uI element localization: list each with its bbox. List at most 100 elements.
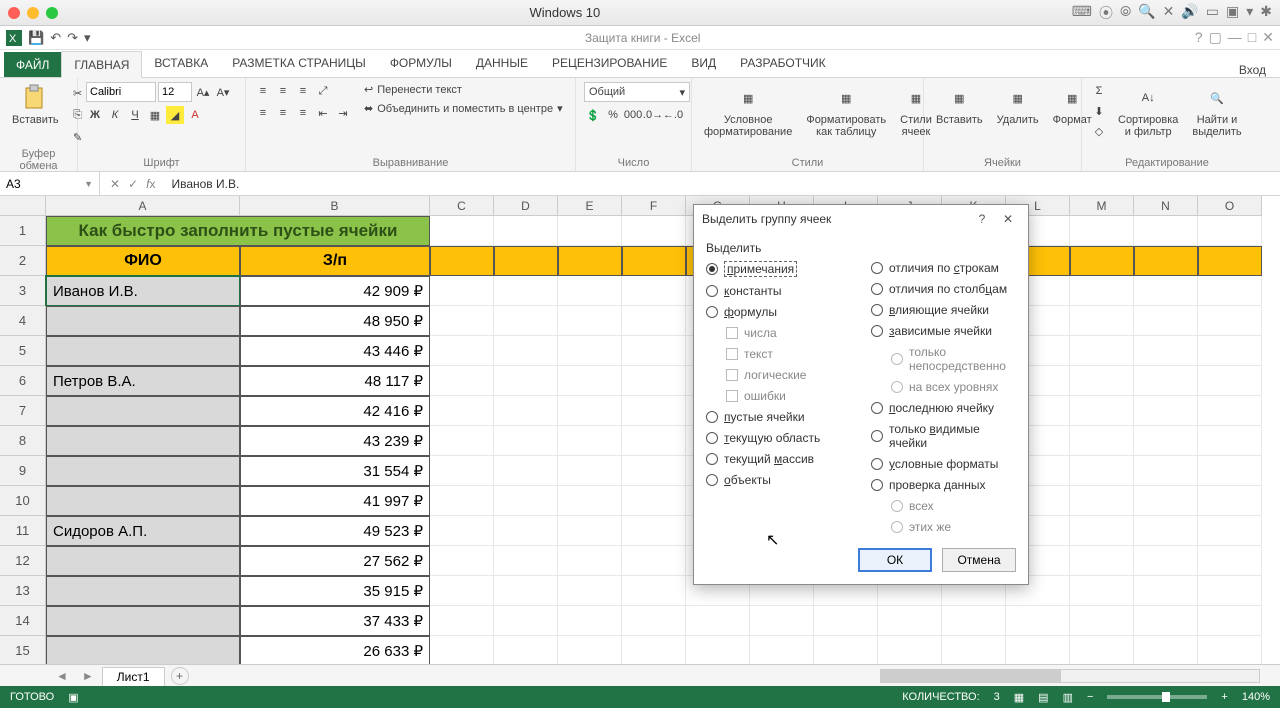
dialog-option[interactable]: формулы	[706, 305, 851, 319]
cell[interactable]	[814, 606, 878, 636]
cell[interactable]	[494, 546, 558, 576]
cell[interactable]	[1134, 426, 1198, 456]
row-header[interactable]: 12	[0, 546, 46, 576]
dialog-option[interactable]: константы	[706, 284, 851, 298]
maximize-icon[interactable]: □	[1248, 29, 1256, 46]
tab-разработчик[interactable]: РАЗРАБОТЧИК	[728, 50, 838, 77]
cell[interactable]	[1070, 546, 1134, 576]
increase-indent-icon[interactable]: ⇥	[334, 104, 352, 122]
cell[interactable]	[46, 636, 240, 664]
cell[interactable]	[622, 516, 686, 546]
select-all-corner[interactable]	[0, 196, 46, 216]
align-middle-icon[interactable]: ≡	[274, 82, 292, 100]
cell[interactable]	[494, 366, 558, 396]
column-header[interactable]: E	[558, 196, 622, 216]
dialog-option[interactable]: отличия по строкам	[871, 261, 1016, 275]
cell[interactable]	[494, 576, 558, 606]
minimize-window-icon[interactable]	[27, 7, 39, 19]
cell[interactable]	[430, 456, 494, 486]
menu-icon[interactable]: ▾	[1246, 3, 1253, 23]
macro-record-icon[interactable]: ▣	[68, 691, 78, 704]
percent-icon[interactable]: %	[604, 106, 622, 124]
cell[interactable]	[1198, 306, 1262, 336]
align-bottom-icon[interactable]: ≡	[294, 82, 312, 100]
cell[interactable]	[494, 516, 558, 546]
cell[interactable]	[622, 336, 686, 366]
cell[interactable]: 42 416 ₽	[240, 396, 430, 426]
cell[interactable]	[46, 606, 240, 636]
cell[interactable]	[430, 576, 494, 606]
cell[interactable]	[622, 306, 686, 336]
cell[interactable]	[1198, 396, 1262, 426]
cell[interactable]	[558, 636, 622, 664]
dialog-option[interactable]: пустые ячейки	[706, 410, 851, 424]
dialog-option[interactable]: последнюю ячейку	[871, 401, 1016, 415]
cell[interactable]	[1070, 216, 1134, 246]
cell[interactable]	[942, 636, 1006, 664]
cell[interactable]	[430, 516, 494, 546]
font-size-select[interactable]	[158, 82, 192, 102]
cell[interactable]: 37 433 ₽	[240, 606, 430, 636]
cell[interactable]	[1198, 426, 1262, 456]
dialog-close-icon[interactable]: ✕	[996, 212, 1020, 226]
dialog-option[interactable]: условные форматы	[871, 457, 1016, 471]
cell[interactable]: 42 909 ₽	[240, 276, 430, 306]
cell[interactable]	[878, 606, 942, 636]
column-header[interactable]: N	[1134, 196, 1198, 216]
column-header[interactable]: F	[622, 196, 686, 216]
cell[interactable]	[1198, 486, 1262, 516]
cell[interactable]	[1134, 486, 1198, 516]
dialog-option[interactable]: объекты	[706, 473, 851, 487]
cell[interactable]	[1134, 516, 1198, 546]
window-icon[interactable]: ▣	[1226, 3, 1239, 23]
minimize-icon[interactable]: —	[1228, 29, 1242, 46]
dialog-option[interactable]: текущую область	[706, 431, 851, 445]
cell[interactable]	[622, 426, 686, 456]
find-select-button[interactable]: 🔍Найти и выделить	[1188, 82, 1245, 140]
dialog-titlebar[interactable]: Выделить группу ячеек ? ✕	[694, 205, 1028, 233]
delete-cells-button[interactable]: ▦Удалить	[993, 82, 1043, 128]
sheet-tab[interactable]: Лист1	[102, 667, 165, 686]
cell[interactable]	[494, 306, 558, 336]
cell[interactable]	[494, 276, 558, 306]
view-normal-icon[interactable]: ▦	[1014, 691, 1024, 704]
sign-in-link[interactable]: Вход	[1239, 63, 1276, 77]
help-icon[interactable]: ?	[1195, 29, 1203, 46]
cell[interactable]: 43 446 ₽	[240, 336, 430, 366]
cell[interactable]	[494, 426, 558, 456]
row-header[interactable]: 10	[0, 486, 46, 516]
italic-button[interactable]: К	[106, 106, 124, 124]
name-box[interactable]: A3▼	[0, 172, 100, 195]
cell[interactable]	[558, 606, 622, 636]
autosum-icon[interactable]: Σ	[1090, 82, 1108, 100]
align-center-icon[interactable]: ≡	[274, 104, 292, 122]
cell[interactable]	[1134, 276, 1198, 306]
cell[interactable]: 41 997 ₽	[240, 486, 430, 516]
cell[interactable]	[558, 246, 622, 276]
cell[interactable]	[1134, 216, 1198, 246]
zoom-slider[interactable]	[1107, 695, 1207, 699]
cell[interactable]	[46, 306, 240, 336]
cell[interactable]	[558, 576, 622, 606]
cell[interactable]	[1070, 306, 1134, 336]
tab-данные[interactable]: ДАННЫЕ	[464, 50, 540, 77]
cell[interactable]	[750, 636, 814, 664]
cell[interactable]	[430, 546, 494, 576]
number-format-select[interactable]: Общий▾	[584, 82, 690, 102]
cell[interactable]	[494, 246, 558, 276]
cell[interactable]: 26 633 ₽	[240, 636, 430, 664]
cell[interactable]	[622, 636, 686, 664]
cell[interactable]	[622, 546, 686, 576]
tools-icon[interactable]: ✕	[1163, 3, 1175, 23]
tab-разметка страницы[interactable]: РАЗМЕТКА СТРАНИЦЫ	[220, 50, 378, 77]
sort-filter-button[interactable]: A↓Сортировка и фильтр	[1114, 82, 1182, 140]
dialog-option[interactable]: отличия по столбцам	[871, 282, 1016, 296]
cell[interactable]	[1198, 546, 1262, 576]
search-icon[interactable]: 🔍	[1138, 3, 1155, 23]
insert-cells-button[interactable]: ▦Вставить	[932, 82, 987, 128]
orientation-icon[interactable]: ⤢	[314, 82, 332, 100]
cell[interactable]	[46, 426, 240, 456]
volume-icon[interactable]: 🔊	[1181, 3, 1198, 23]
close-window-icon[interactable]	[8, 7, 20, 19]
cell[interactable]	[430, 276, 494, 306]
